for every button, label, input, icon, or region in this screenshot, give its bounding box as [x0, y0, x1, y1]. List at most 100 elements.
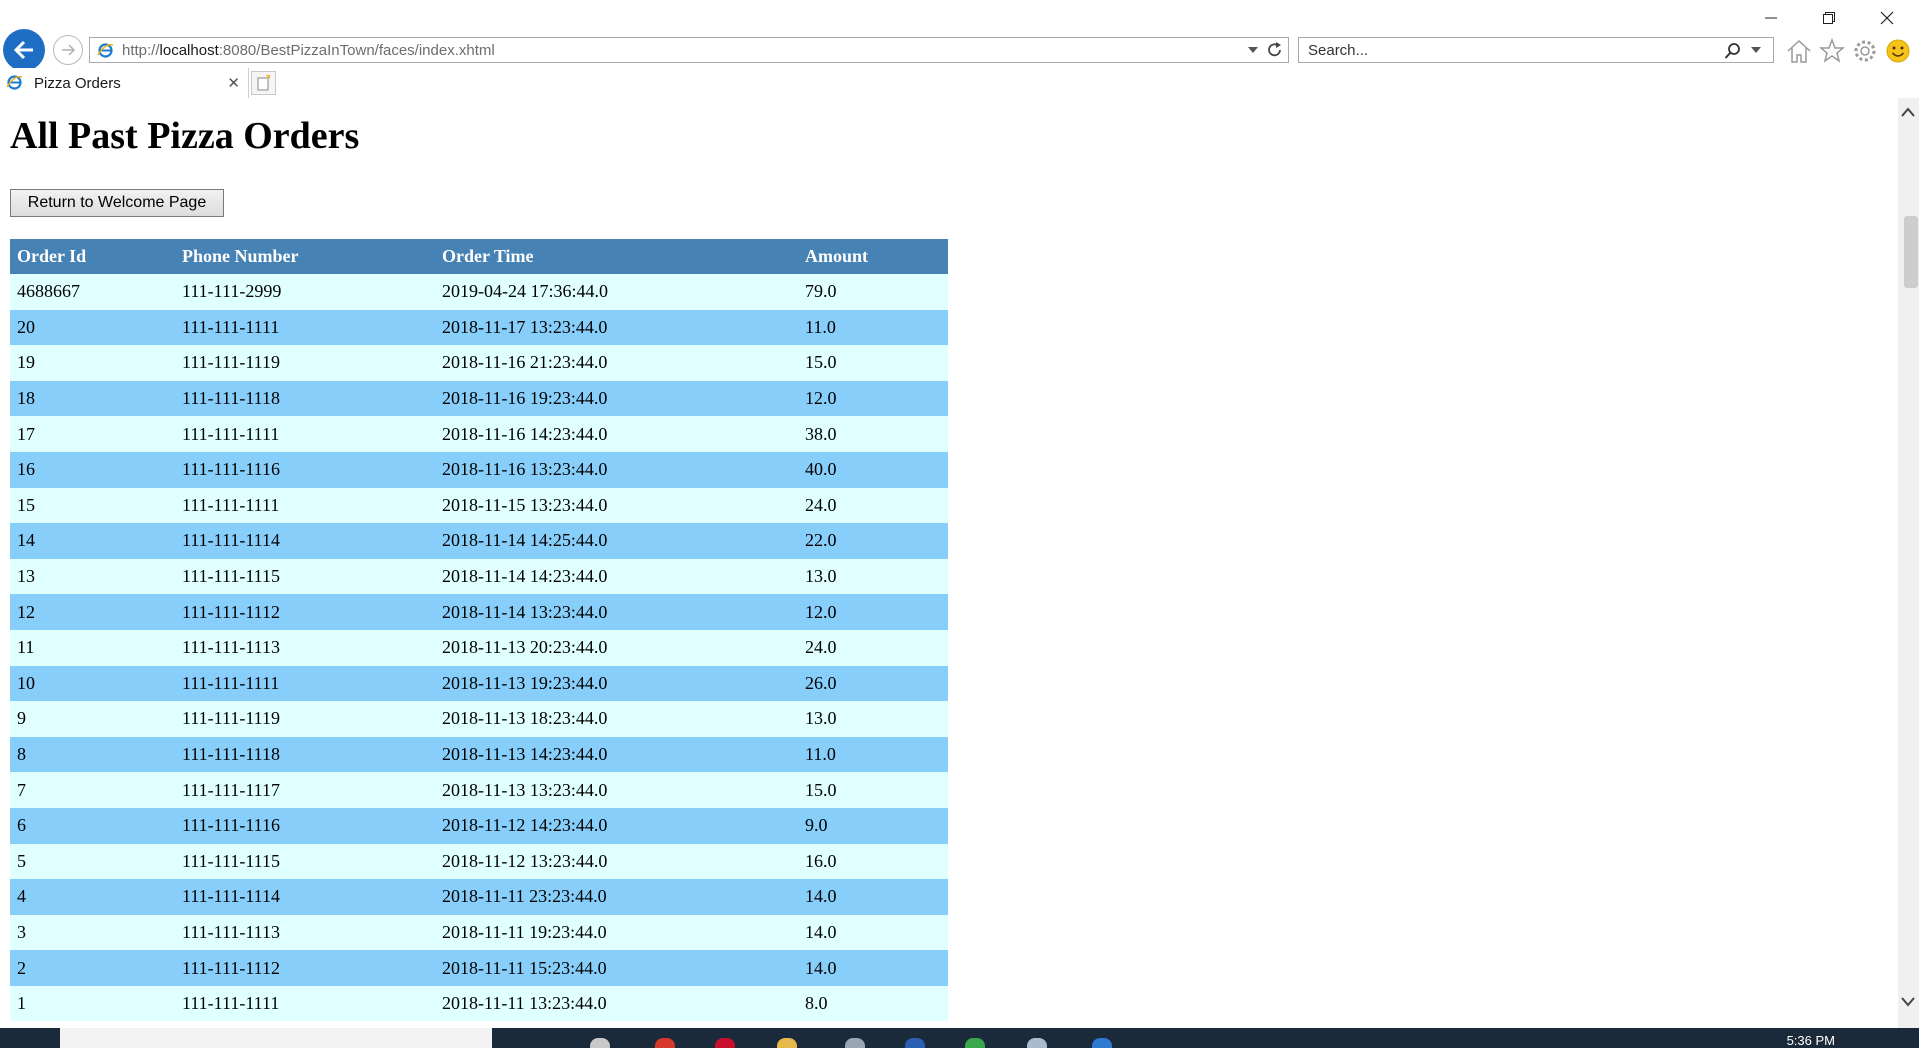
- windows-taskbar: 5:36 PM: [0, 1028, 1919, 1048]
- star-icon: [1819, 38, 1845, 63]
- amount-cell: 24.0: [798, 629, 948, 666]
- order-id-cell: 20: [10, 309, 175, 346]
- taskbar-app-icon[interactable]: [715, 1038, 735, 1048]
- feedback-button[interactable]: [1884, 37, 1912, 65]
- amount-cell: 9.0: [798, 807, 948, 844]
- home-icon: [1787, 39, 1811, 63]
- phone-number-cell: 111-111-1119: [175, 345, 435, 381]
- order-time-cell: 2018-11-16 14:23:44.0: [435, 416, 798, 452]
- table-row: 1 111-111-1111 2018-11-11 13:23:44.0 8.0: [10, 985, 948, 1022]
- dropdown-arrow-icon[interactable]: [1248, 47, 1258, 55]
- forward-button[interactable]: [53, 35, 83, 65]
- settings-button[interactable]: [1851, 37, 1879, 65]
- order-time-cell: 2018-11-13 18:23:44.0: [435, 701, 798, 737]
- tab-close-icon[interactable]: ✕: [227, 74, 240, 92]
- favorites-button[interactable]: [1818, 37, 1846, 65]
- table-row: 15 111-111-1111 2018-11-15 13:23:44.0 24.0: [10, 487, 948, 524]
- taskbar-search-box[interactable]: [60, 1028, 492, 1048]
- amount-cell: 15.0: [798, 345, 948, 381]
- amount-cell: 15.0: [798, 772, 948, 808]
- scroll-thumb[interactable]: [1904, 216, 1918, 288]
- taskbar-app-icon[interactable]: [1027, 1038, 1047, 1048]
- table-row: 19 111-111-1119 2018-11-16 21:23:44.0 15.0: [10, 345, 948, 381]
- order-id-cell: 12: [10, 594, 175, 630]
- taskbar-app-icon[interactable]: [590, 1038, 610, 1048]
- order-id-cell: 11: [10, 629, 175, 666]
- order-time-cell: 2018-11-14 14:25:44.0: [435, 523, 798, 559]
- scroll-up-icon[interactable]: [1900, 106, 1916, 118]
- phone-number-cell: 111-111-2999: [175, 274, 435, 310]
- address-url: http://localhost:8080/BestPizzaInTown/fa…: [122, 42, 495, 59]
- phone-number-cell: 111-111-1111: [175, 985, 435, 1022]
- taskbar-folder-icon[interactable]: [777, 1038, 797, 1048]
- order-id-cell: 7: [10, 772, 175, 808]
- tab-pizza-orders[interactable]: Pizza Orders ✕: [0, 68, 249, 98]
- minimize-icon: [1765, 17, 1777, 19]
- column-header: Order Id: [10, 239, 175, 274]
- table-row: 13 111-111-1115 2018-11-14 14:23:44.0 13.0: [10, 558, 948, 595]
- magnifier-icon[interactable]: [1724, 42, 1742, 60]
- restore-button[interactable]: [1806, 6, 1852, 30]
- phone-number-cell: 111-111-1118: [175, 380, 435, 417]
- phone-number-cell: 111-111-1116: [175, 807, 435, 844]
- orders-table-body: 4688667 111-111-2999 2019-04-24 17:36:44.0…: [10, 274, 948, 1022]
- table-row: 4 111-111-1114 2018-11-11 23:23:44.0 14.0: [10, 879, 948, 915]
- home-button[interactable]: [1785, 37, 1813, 65]
- browser-chrome: http://localhost:8080/BestPizzaInTown/fa…: [0, 0, 1919, 98]
- order-id-cell: 18: [10, 380, 175, 417]
- page-viewport: All Past Pizza Orders Return to Welcome …: [0, 98, 1898, 1028]
- taskbar-chrome-icon[interactable]: [965, 1038, 985, 1048]
- order-id-cell: 1: [10, 985, 175, 1022]
- vertical-scrollbar[interactable]: [1898, 98, 1919, 1028]
- phone-number-cell: 111-111-1111: [175, 309, 435, 346]
- table-row: 18 111-111-1118 2018-11-16 19:23:44.0 12.0: [10, 380, 948, 417]
- search-input[interactable]: Search...: [1308, 42, 1368, 59]
- phone-number-cell: 111-111-1113: [175, 629, 435, 666]
- taskbar-clock: 5:36 PM: [1786, 1033, 1835, 1048]
- table-row: 3 111-111-1113 2018-11-11 19:23:44.0 14.0: [10, 914, 948, 951]
- back-arrow-icon: [13, 40, 33, 60]
- table-row: 7 111-111-1117 2018-11-13 13:23:44.0 15.0: [10, 772, 948, 808]
- page-title: All Past Pizza Orders: [10, 115, 360, 157]
- phone-number-cell: 111-111-1113: [175, 914, 435, 951]
- tab-title: Pizza Orders: [34, 75, 121, 92]
- minimize-button[interactable]: [1748, 6, 1794, 30]
- taskbar-app-icon[interactable]: [905, 1038, 925, 1048]
- search-box[interactable]: Search...: [1298, 37, 1774, 63]
- table-row: 5 111-111-1115 2018-11-12 13:23:44.0 16.0: [10, 843, 948, 880]
- order-id-cell: 6: [10, 807, 175, 844]
- scroll-down-icon[interactable]: [1900, 996, 1916, 1008]
- back-button[interactable]: [3, 29, 45, 71]
- order-time-cell: 2018-11-11 23:23:44.0: [435, 879, 798, 915]
- taskbar-app-icon[interactable]: [845, 1038, 865, 1048]
- close-window-button[interactable]: [1864, 6, 1910, 30]
- order-id-cell: 19: [10, 345, 175, 381]
- taskbar-ie-icon[interactable]: [1092, 1038, 1112, 1048]
- order-time-cell: 2018-11-13 20:23:44.0: [435, 629, 798, 666]
- address-bar[interactable]: http://localhost:8080/BestPizzaInTown/fa…: [89, 37, 1289, 63]
- taskbar-app-icon[interactable]: [655, 1038, 675, 1048]
- return-to-welcome-button[interactable]: Return to Welcome Page: [10, 189, 224, 217]
- order-time-cell: 2018-11-16 13:23:44.0: [435, 451, 798, 488]
- refresh-icon[interactable]: [1266, 41, 1284, 59]
- order-time-cell: 2018-11-12 13:23:44.0: [435, 843, 798, 880]
- order-time-cell: 2018-11-11 19:23:44.0: [435, 914, 798, 951]
- order-id-cell: 16: [10, 451, 175, 488]
- forward-arrow-icon: [62, 44, 76, 56]
- table-row: 16 111-111-1116 2018-11-16 13:23:44.0 40.0: [10, 451, 948, 488]
- phone-number-cell: 111-111-1119: [175, 701, 435, 737]
- order-id-cell: 2: [10, 950, 175, 986]
- ie-page-icon: [97, 43, 114, 58]
- amount-cell: 22.0: [798, 523, 948, 559]
- search-dropdown-icon[interactable]: [1751, 47, 1761, 55]
- ie-tab-icon: [6, 75, 23, 90]
- order-id-cell: 9: [10, 701, 175, 737]
- tab-bar: Pizza Orders ✕: [0, 68, 1919, 98]
- order-time-cell: 2018-11-11 13:23:44.0: [435, 985, 798, 1022]
- new-tab-button[interactable]: [251, 71, 276, 95]
- url-path: :8080/BestPizzaInTown/faces/index.xhtml: [218, 42, 495, 59]
- phone-number-cell: 111-111-1111: [175, 416, 435, 452]
- order-id-cell: 4688667: [10, 274, 175, 310]
- order-id-cell: 3: [10, 914, 175, 951]
- phone-number-cell: 111-111-1115: [175, 843, 435, 880]
